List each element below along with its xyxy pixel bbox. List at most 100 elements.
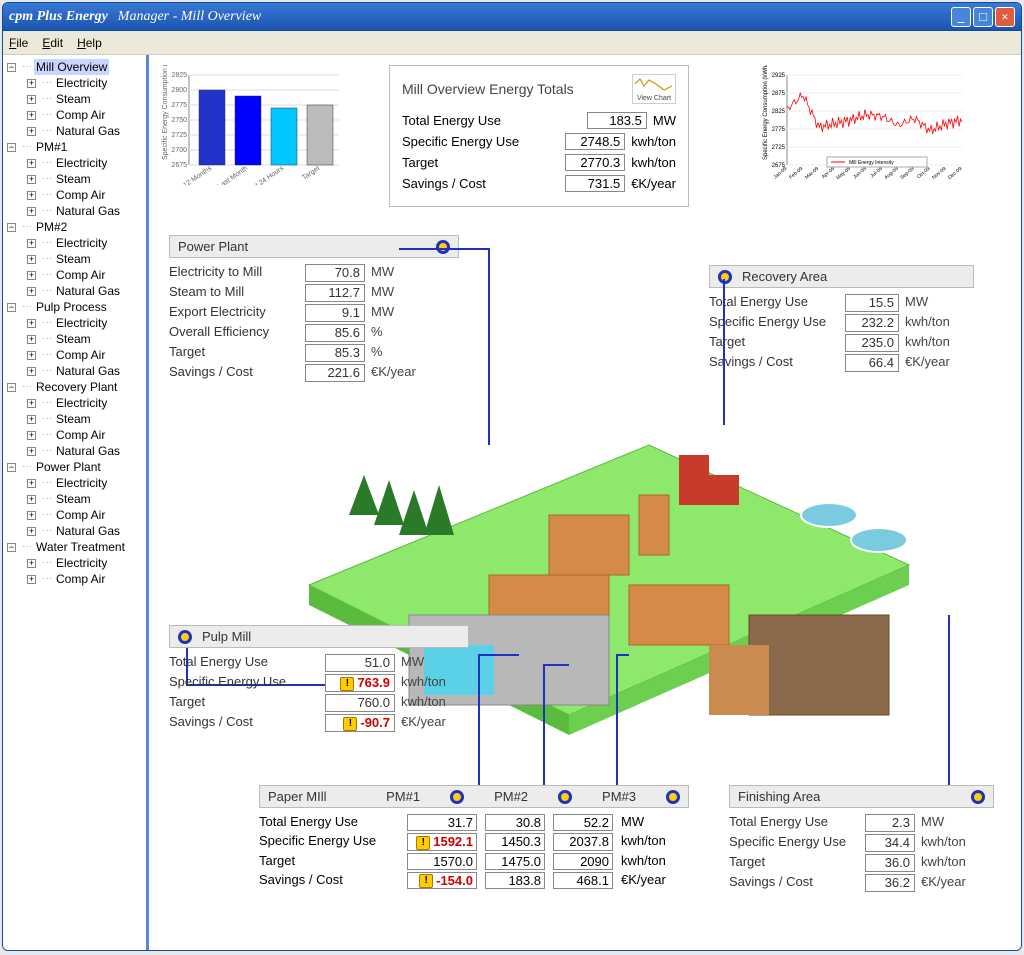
expand-icon[interactable]: + xyxy=(27,319,36,328)
view-chart-button[interactable]: View Chart xyxy=(632,74,676,104)
tree-node-child[interactable]: +···Comp Air xyxy=(23,571,146,587)
collapse-icon[interactable]: − xyxy=(7,303,16,312)
tree-node-child[interactable]: +···Electricity xyxy=(23,315,146,331)
maximize-button[interactable]: □ xyxy=(973,7,993,27)
expand-icon[interactable]: + xyxy=(27,159,36,168)
svg-text:Mar-09: Mar-09 xyxy=(804,166,820,181)
warning-icon: ! xyxy=(340,677,354,691)
expand-icon[interactable]: + xyxy=(27,239,36,248)
kv-unit: kwh/ton xyxy=(905,314,965,332)
pm2-col-label: PM#2 xyxy=(494,789,528,804)
tree-node[interactable]: −···Pulp Process xyxy=(3,299,146,315)
tree-node-child[interactable]: +···Natural Gas xyxy=(23,123,146,139)
tree-node[interactable]: −···Power Plant xyxy=(3,459,146,475)
expand-icon[interactable]: + xyxy=(27,127,36,136)
expand-icon[interactable]: + xyxy=(27,399,36,408)
expand-icon[interactable]: + xyxy=(27,287,36,296)
expand-icon[interactable]: + xyxy=(27,367,36,376)
expand-icon[interactable]: + xyxy=(27,335,36,344)
expand-icon[interactable]: + xyxy=(27,79,36,88)
kv-unit: MW xyxy=(921,814,981,832)
warning-icon: ! xyxy=(343,717,357,731)
tree-node-child[interactable]: +···Natural Gas xyxy=(23,523,146,539)
collapse-icon[interactable]: − xyxy=(7,463,16,472)
tree-node-child[interactable]: +···Electricity xyxy=(23,155,146,171)
expand-icon[interactable]: + xyxy=(27,479,36,488)
expand-icon[interactable]: + xyxy=(27,175,36,184)
expand-icon[interactable]: + xyxy=(27,559,36,568)
tree-node-child[interactable]: +···Steam xyxy=(23,91,146,107)
tree-node-child[interactable]: +···Electricity xyxy=(23,235,146,251)
tree-node-child[interactable]: +···Comp Air xyxy=(23,347,146,363)
collapse-icon[interactable]: − xyxy=(7,383,16,392)
tree-node-child[interactable]: +···Electricity xyxy=(23,395,146,411)
pm-value: 468.1 xyxy=(553,872,613,890)
tree-node-child[interactable]: +···Electricity xyxy=(23,475,146,491)
expand-icon[interactable]: + xyxy=(27,415,36,424)
collapse-icon[interactable]: − xyxy=(7,143,16,152)
tree-node-child[interactable]: +···Electricity xyxy=(23,555,146,571)
expand-icon[interactable]: + xyxy=(27,95,36,104)
summary-unit: €K/year xyxy=(631,176,676,191)
expand-icon[interactable]: + xyxy=(27,431,36,440)
tree-node-child[interactable]: +···Steam xyxy=(23,491,146,507)
close-button[interactable]: × xyxy=(995,7,1015,27)
tree-node-child[interactable]: +···Steam xyxy=(23,411,146,427)
expand-icon[interactable]: + xyxy=(27,527,36,536)
menu-help[interactable]: Help xyxy=(77,36,102,50)
collapse-icon[interactable]: − xyxy=(7,63,16,72)
expand-icon[interactable]: + xyxy=(27,207,36,216)
energy-totals-panel: Mill Overview Energy Totals View Chart T… xyxy=(389,65,689,207)
svg-text:2675: 2675 xyxy=(171,162,187,169)
summary-label: Target xyxy=(402,155,438,170)
kv-value: 34.4 xyxy=(865,834,915,852)
kv-value: !-90.7 xyxy=(325,714,395,732)
tree-node-child[interactable]: +···Comp Air xyxy=(23,427,146,443)
expand-icon[interactable]: + xyxy=(27,495,36,504)
menu-edit[interactable]: Edit xyxy=(42,36,63,50)
recovery-title: Recovery Area xyxy=(742,269,827,284)
summary-label: Savings / Cost xyxy=(402,176,486,191)
expand-icon[interactable]: + xyxy=(27,575,36,584)
kv-label: Target xyxy=(169,694,319,712)
tree-node-child[interactable]: +···Comp Air xyxy=(23,267,146,283)
expand-icon[interactable]: + xyxy=(27,447,36,456)
sidebar-tree[interactable]: −···Mill Overview+···Electricity+···Stea… xyxy=(3,55,149,950)
kv-unit: MW xyxy=(371,304,431,322)
power-plant-title: Power Plant xyxy=(178,239,248,254)
kv-unit: €K/year xyxy=(401,714,461,732)
kv-value: 85.6 xyxy=(305,324,365,342)
expand-icon[interactable]: + xyxy=(27,511,36,520)
expand-icon[interactable]: + xyxy=(27,351,36,360)
tree-node[interactable]: −···Water Treatment xyxy=(3,539,146,555)
expand-icon[interactable]: + xyxy=(27,255,36,264)
tree-node[interactable]: −···PM#1 xyxy=(3,139,146,155)
tree-node-child[interactable]: +···Natural Gas xyxy=(23,443,146,459)
menu-file[interactable]: File xyxy=(9,36,28,50)
tree-node-child[interactable]: +···Comp Air xyxy=(23,187,146,203)
collapse-icon[interactable]: − xyxy=(7,543,16,552)
tree-node-child[interactable]: +···Steam xyxy=(23,251,146,267)
tree-node-child[interactable]: +···Natural Gas xyxy=(23,203,146,219)
tree-node-child[interactable]: +···Electricity xyxy=(23,75,146,91)
tree-node-child[interactable]: +···Natural Gas xyxy=(23,283,146,299)
tree-node[interactable]: −···Mill Overview xyxy=(3,59,146,75)
tree-node-child[interactable]: +···Natural Gas xyxy=(23,363,146,379)
tree-node-child[interactable]: +···Comp Air xyxy=(23,507,146,523)
minimize-button[interactable]: _ xyxy=(951,7,971,27)
pm1-col-label: PM#1 xyxy=(386,789,420,804)
tree-node-child[interactable]: +···Steam xyxy=(23,171,146,187)
svg-text:Oct-09: Oct-09 xyxy=(916,166,932,180)
tree-node[interactable]: −···Recovery Plant xyxy=(3,379,146,395)
tree-node-child[interactable]: +···Steam xyxy=(23,331,146,347)
expand-icon[interactable]: + xyxy=(27,271,36,280)
collapse-icon[interactable]: − xyxy=(7,223,16,232)
expand-icon[interactable]: + xyxy=(27,191,36,200)
expand-icon[interactable]: + xyxy=(27,111,36,120)
svg-text:2875: 2875 xyxy=(772,91,786,97)
title-sub: Manager - Mill Overview xyxy=(118,9,261,25)
kv-label: Savings / Cost xyxy=(709,354,839,372)
tree-node-child[interactable]: +···Comp Air xyxy=(23,107,146,123)
kv-unit: kwh/ton xyxy=(921,854,981,872)
tree-node[interactable]: −···PM#2 xyxy=(3,219,146,235)
